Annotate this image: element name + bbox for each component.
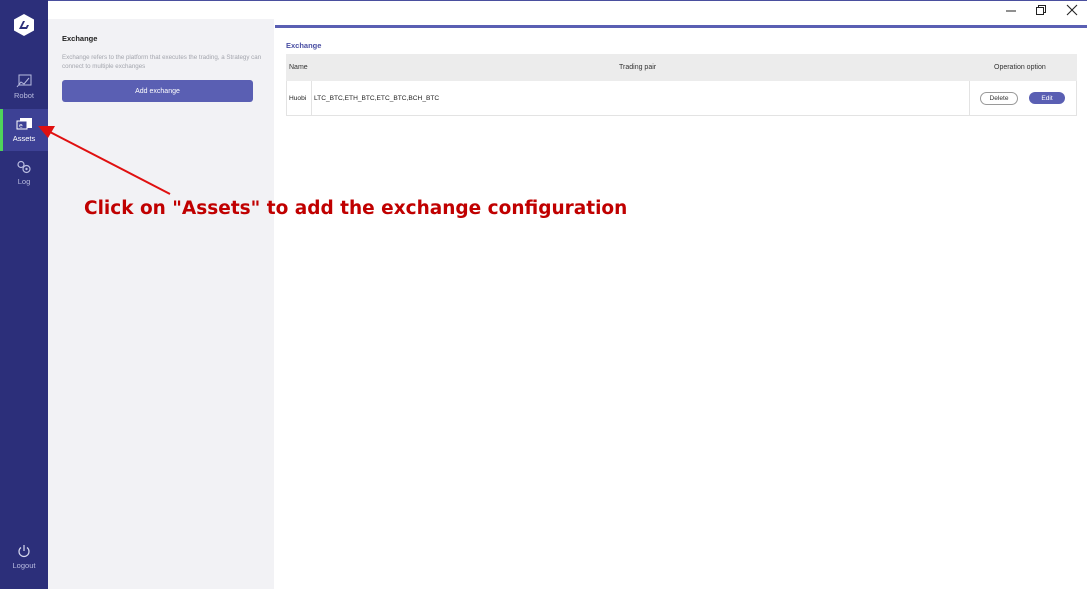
edit-button[interactable]: Edit (1029, 92, 1065, 104)
app-window: Robot e Assets Log Logout Exchange Excha… (0, 0, 1087, 589)
main-title: Exchange (286, 41, 322, 50)
power-icon (18, 545, 30, 558)
header-trading-pair: Trading pair (619, 64, 657, 71)
robot-chart-icon (16, 74, 32, 88)
exchange-table: Name Trading pair Operation option Huobi… (286, 54, 1077, 116)
svg-text:e: e (19, 123, 23, 130)
nav-item-robot[interactable]: Robot (0, 66, 48, 108)
delete-button[interactable]: Delete (980, 91, 1018, 105)
cell-operations: Delete Edit (969, 81, 1077, 115)
restore-icon (1036, 5, 1046, 15)
nav-item-label: Assets (12, 134, 36, 143)
cell-exchange-name: Huobi (287, 81, 312, 115)
header-name: Name (289, 64, 308, 71)
active-indicator (0, 109, 3, 151)
panel-title: Exchange (62, 34, 98, 43)
exchange-side-panel: Exchange Exchange refers to the platform… (48, 19, 274, 589)
gears-icon (17, 160, 31, 174)
app-logo-icon (0, 10, 48, 40)
logout-button[interactable]: Logout (0, 535, 48, 579)
panel-description: Exchange refers to the platform that exe… (62, 54, 262, 70)
close-button[interactable] (1058, 2, 1086, 18)
nav-item-log[interactable]: Log (0, 152, 48, 194)
minimize-button[interactable] (997, 2, 1025, 18)
left-nav: Robot e Assets Log Logout (0, 0, 48, 589)
header-operation-option: Operation option (994, 64, 1046, 71)
nav-item-label: Robot (13, 91, 34, 100)
add-exchange-button[interactable]: Add exchange (62, 80, 253, 102)
annotation-text: Click on "Assets" to add the exchange co… (84, 198, 628, 219)
window-top-border (48, 0, 1087, 1)
table-row: Huobi LTC_BTC,ETH_BTC,ETC_BTC,BCH_BTC De… (286, 81, 1077, 116)
table-header: Name Trading pair Operation option (286, 54, 1077, 81)
restore-button[interactable] (1027, 2, 1055, 18)
main-accent-bar (275, 25, 1087, 28)
minimize-icon (1006, 10, 1016, 12)
wallet-icon: e (16, 118, 32, 130)
nav-item-assets[interactable]: e Assets (0, 109, 48, 151)
close-icon (1066, 4, 1078, 16)
logout-label: Logout (12, 561, 36, 570)
cell-trading-pair: LTC_BTC,ETH_BTC,ETC_BTC,BCH_BTC (314, 94, 440, 102)
nav-item-label: Log (17, 177, 31, 186)
